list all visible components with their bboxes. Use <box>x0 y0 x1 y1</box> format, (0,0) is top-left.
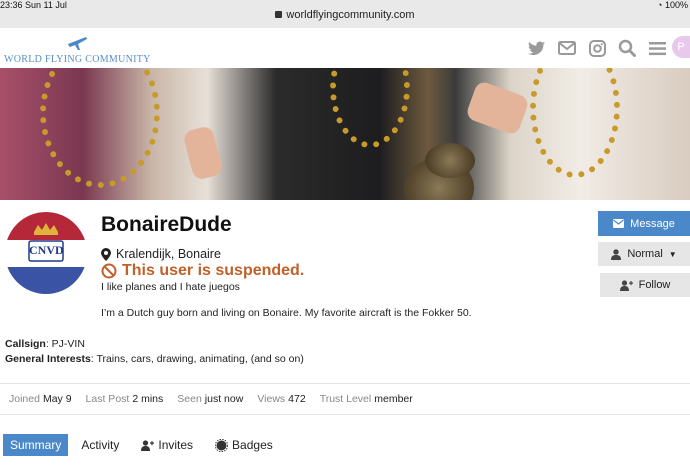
custom-fields: Callsign: PJ-VIN General Interests: Trai… <box>5 337 304 366</box>
suspended-notice: This user is suspended. <box>101 262 304 280</box>
tab-badges[interactable]: Badges <box>208 434 280 456</box>
battery-percent: 100% <box>664 0 688 10</box>
profile-username: BonaireDude <box>101 213 232 236</box>
stats-divider-bottom <box>0 414 690 415</box>
notification-level-dropdown[interactable]: Normal ▼ <box>598 242 690 266</box>
site-logo[interactable]: WORLD FLYING COMMUNITY <box>4 32 154 66</box>
user-plus-icon <box>619 279 633 291</box>
tab-summary[interactable]: Summary <box>3 434 69 456</box>
map-marker-icon <box>101 247 111 261</box>
current-user-avatar[interactable]: P <box>672 36 690 58</box>
tab-invites[interactable]: Invites <box>134 434 200 456</box>
logo-text: WORLD FLYING COMMUNITY <box>4 54 151 65</box>
url-text: worldflyingcommunity.com <box>286 9 415 21</box>
suspended-text: This user is suspended. <box>122 262 305 279</box>
stat-trust-level: Trust Level member <box>319 393 413 405</box>
user-plus-icon <box>141 439 155 451</box>
twitter-icon[interactable] <box>522 36 552 60</box>
follow-button[interactable]: Follow <box>600 273 690 297</box>
stat-last-post: Last Post 2 mins <box>85 393 164 405</box>
hamburger-menu-icon[interactable] <box>642 36 672 60</box>
wifi-icon: ◔ <box>657 0 663 10</box>
badge-icon <box>215 438 229 452</box>
header-icons: P <box>522 36 690 60</box>
site-header: WORLD FLYING COMMUNITY P <box>0 28 690 68</box>
stat-seen: Seen just now <box>177 393 244 405</box>
profile-tabs: Summary Activity Invites Badges <box>3 434 280 456</box>
profile-avatar[interactable]: CNVD <box>5 212 87 294</box>
stat-views: Views 472 <box>257 393 306 405</box>
location-text: Kralendijk, Bonaire <box>116 247 221 261</box>
stat-joined: Joined May 9 <box>9 393 72 405</box>
profile-bio-excerpt: I like planes and I hate juegos <box>101 281 240 293</box>
mail-icon[interactable] <box>552 36 582 60</box>
profile-stats: Joined May 9 Last Post 2 mins Seen just now… <box>9 393 413 405</box>
profile-bio: I’m a Dutch guy born and living on Bonai… <box>101 307 472 319</box>
search-icon[interactable] <box>612 36 642 60</box>
field-general-interests: General Interests: Trains, cars, drawing… <box>5 352 304 365</box>
airplane-logo-icon <box>68 37 87 50</box>
avatar-monogram: CNVD <box>29 243 64 257</box>
message-button[interactable]: Message <box>598 211 690 236</box>
address-bar[interactable]: worldflyingcommunity.com <box>0 9 690 21</box>
field-callsign: Callsign: PJ-VIN <box>5 338 85 350</box>
stats-divider-top <box>0 383 690 384</box>
status-indicators: ◔ 100% <box>657 0 688 10</box>
lock-icon <box>275 11 283 18</box>
ios-status-bar: 23:36 Sun 11 Jul worldflyingcommunity.co… <box>0 0 690 28</box>
profile-location: Kralendijk, Bonaire <box>101 247 221 261</box>
instagram-icon[interactable] <box>582 36 612 60</box>
tab-activity[interactable]: Activity <box>74 434 126 456</box>
profile-banner-image <box>0 68 690 200</box>
user-icon <box>611 248 622 260</box>
ban-icon <box>101 263 117 279</box>
caret-down-icon: ▼ <box>668 249 677 259</box>
envelope-icon <box>613 219 625 228</box>
